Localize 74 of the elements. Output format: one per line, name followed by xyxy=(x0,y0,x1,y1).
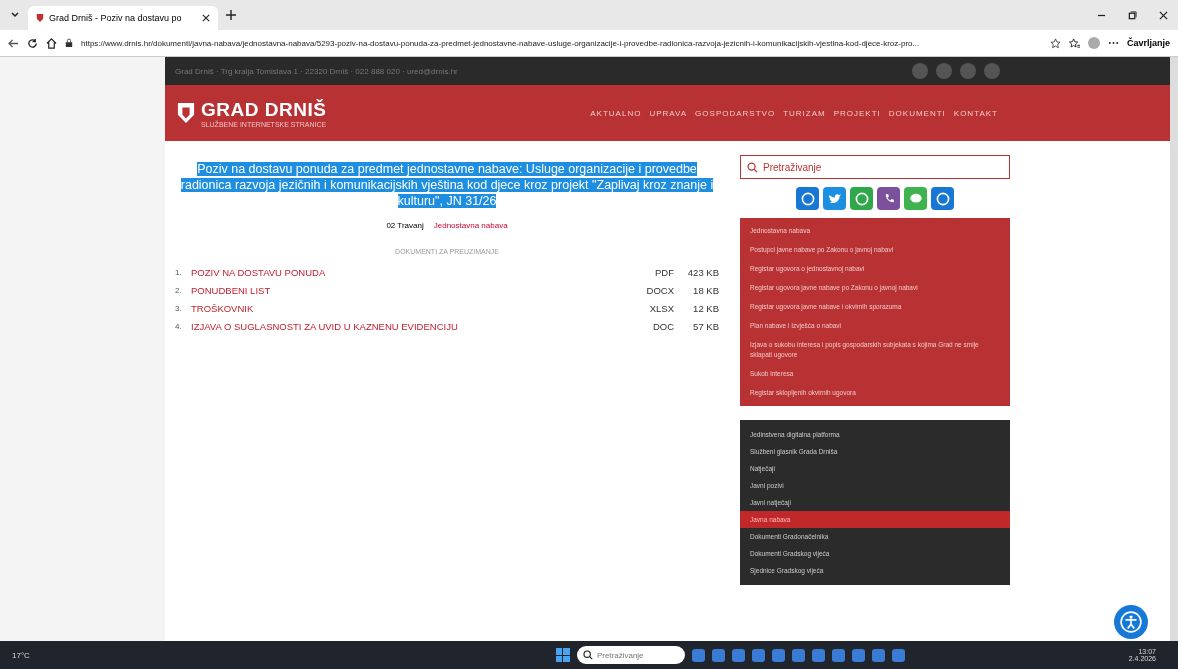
star-icon[interactable] xyxy=(1049,37,1061,49)
close-icon[interactable] xyxy=(1159,10,1168,20)
document-number: 4. xyxy=(175,321,183,331)
taskbar-app-icon[interactable] xyxy=(851,648,865,662)
document-number: 2. xyxy=(175,285,183,295)
social-icon[interactable] xyxy=(984,63,1000,79)
reload-icon[interactable] xyxy=(27,37,38,49)
nav-link[interactable]: PROJEKTI xyxy=(833,108,881,118)
article-date: 02 Travanj xyxy=(386,221,424,230)
document-number: 3. xyxy=(175,303,183,313)
shield-icon xyxy=(36,13,44,23)
viber-share-button[interactable] xyxy=(877,187,900,210)
file-size: 57 KB xyxy=(692,320,719,332)
accessibility-button[interactable] xyxy=(1114,605,1148,639)
taskbar-app-icon[interactable] xyxy=(691,648,705,662)
taskbar-app-icon[interactable] xyxy=(831,648,845,662)
taskbar-search-field[interactable]: Pretraživanje xyxy=(576,646,685,664)
search-icon xyxy=(747,162,758,173)
taskbar-app-icon[interactable] xyxy=(811,648,825,662)
site-logo[interactable]: GRAD DRNIŠ xyxy=(201,98,327,121)
taskbar-app-icon[interactable] xyxy=(731,648,745,662)
nav-link[interactable]: DOKUMENTI xyxy=(888,108,946,118)
crest-icon xyxy=(177,102,195,124)
document-link[interactable]: POZIV NA DOSTAVU PONUDA xyxy=(191,266,624,278)
document-link[interactable]: PONUDBENI LIST xyxy=(191,284,624,296)
nav-link[interactable]: KONTAKT xyxy=(953,108,998,118)
social-icon[interactable] xyxy=(960,63,976,79)
file-type: DOCX xyxy=(645,284,674,296)
lock-icon xyxy=(65,38,73,48)
plus-icon[interactable] xyxy=(226,10,236,20)
document-link[interactable]: IZJAVA O SUGLASNOSTI ZA UVID U KAZNENU EVIDENCIJU xyxy=(191,320,624,332)
file-type: PDF xyxy=(654,266,674,278)
profile-avatar[interactable] xyxy=(1087,37,1100,49)
nav-link[interactable]: GOSPODARSTVO xyxy=(695,108,776,118)
start-button[interactable] xyxy=(555,648,570,662)
restore-icon[interactable] xyxy=(1128,10,1137,20)
file-size: 12 KB xyxy=(692,302,719,314)
taskbar-app-icon[interactable] xyxy=(891,648,905,662)
document-number: 1. xyxy=(175,267,183,277)
browser-tab[interactable]: Grad Drniš - Poziv na dostavu po xyxy=(28,6,218,30)
file-size: 423 KB xyxy=(686,266,719,278)
whatsapp-share-button[interactable] xyxy=(850,187,873,210)
social-icon[interactable] xyxy=(912,63,928,79)
back-icon[interactable] xyxy=(8,38,19,48)
category-link[interactable]: Jednostavna nabava xyxy=(433,221,508,230)
taskbar-app-icon[interactable] xyxy=(871,648,885,662)
copilot-button[interactable]: Čavrljanje xyxy=(1126,38,1170,48)
article-title: Poziv na dostavu ponuda za predmet jednostavne nabave: Usluge organizacije i provedbe radionica razvoja jezičnih i komunikacijskih vještina kod djece kroz projekt "Zaplivaj kroz znanje i kulturu", JN 31/26 xyxy=(179,161,715,209)
nav-link[interactable]: TURIZAM xyxy=(783,108,826,118)
line-share-button[interactable] xyxy=(904,187,927,210)
nav-link[interactable]: UPRAVA xyxy=(649,108,688,118)
twitter-share-button[interactable] xyxy=(823,187,846,210)
chevron-down-icon[interactable] xyxy=(10,10,20,20)
file-type: XLSX xyxy=(648,302,674,314)
file-type: DOC xyxy=(651,320,674,332)
taskbar-app-icon[interactable] xyxy=(711,648,725,662)
social-icon[interactable] xyxy=(936,63,952,79)
taskbar-app-icon[interactable] xyxy=(751,648,765,662)
favorites-icon[interactable] xyxy=(1068,37,1080,49)
taskbar-app-icon[interactable] xyxy=(771,648,785,662)
weather-widget[interactable]: 17°C xyxy=(12,650,72,660)
nav-link[interactable]: AKTUALNO xyxy=(590,108,642,118)
search-field[interactable]: Pretraživanje xyxy=(740,155,1010,179)
address-field[interactable]: https://www.drnis.hr/dokumenti/javna-nabava/jednostavna-nabava/5293-poziv-na-dostavu-ponuda-za-predmet-jednostavne-nabave-usluge-organizacije-i-provedbe-radionica-razvoja-jezicnih-i-komunikacijskih-vjestina-kod-djece-kroz-pro... xyxy=(81,38,1042,48)
taskbar-app-icon[interactable] xyxy=(791,648,805,662)
file-size: 18 KB xyxy=(692,284,719,296)
close-icon[interactable] xyxy=(202,14,210,22)
search-icon xyxy=(582,650,593,660)
document-link[interactable]: TROŠKOVNIK xyxy=(191,302,624,314)
home-icon[interactable] xyxy=(46,37,57,49)
more-icon[interactable] xyxy=(1107,41,1119,45)
messenger-share-button[interactable] xyxy=(931,187,954,210)
scrollbar[interactable] xyxy=(1170,57,1178,641)
facebook-share-button[interactable] xyxy=(796,187,819,210)
